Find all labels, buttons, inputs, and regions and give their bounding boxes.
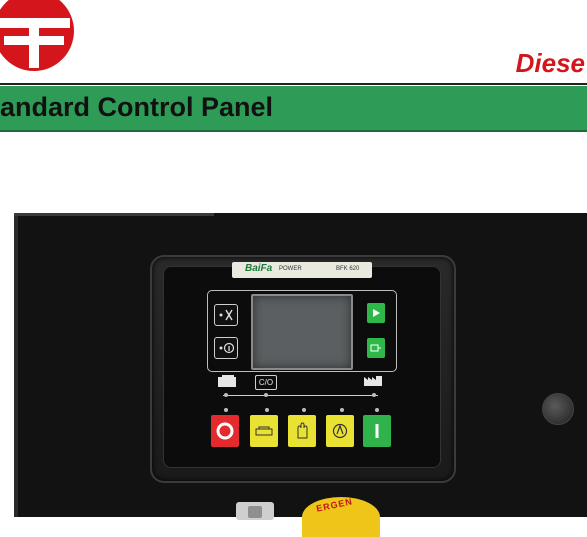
auto-led	[340, 408, 344, 412]
lcd-display	[251, 294, 353, 370]
info-icon	[219, 342, 234, 354]
load-icon	[364, 376, 382, 386]
scroll-up-button[interactable]	[367, 303, 385, 323]
changeover-label: C/O	[255, 375, 277, 390]
start-led	[375, 408, 379, 412]
manual-button[interactable]	[250, 415, 278, 447]
scroll-down-button[interactable]	[367, 338, 385, 358]
controller-brand: BaiFa	[245, 263, 273, 274]
controller-power-label: POWER	[279, 266, 302, 272]
alarm-icon	[219, 309, 233, 321]
mains-led	[224, 393, 228, 397]
key-switch-slot	[248, 506, 262, 518]
hand-button[interactable]	[288, 415, 316, 447]
hand-led	[302, 408, 306, 412]
hand-icon	[297, 422, 308, 439]
info-button[interactable]	[214, 337, 238, 359]
door-lock-knob[interactable]	[542, 393, 574, 425]
controller-model: BFK 620	[336, 266, 360, 272]
schematic-line	[223, 395, 378, 396]
panel-edge	[14, 213, 18, 517]
company-logo	[0, 0, 74, 71]
brand-text: Diese	[515, 48, 585, 78]
auto-button[interactable]	[326, 415, 354, 447]
alarm-button[interactable]	[214, 304, 238, 326]
load-led	[372, 393, 376, 397]
section-title: andard Control Panel	[0, 92, 274, 122]
play-icon	[373, 309, 380, 317]
stop-led	[224, 408, 228, 412]
panel-top-edge	[14, 213, 214, 216]
header-divider	[0, 83, 587, 85]
auto-icon	[332, 423, 348, 439]
breaker-led	[264, 393, 268, 397]
start-button[interactable]	[363, 415, 391, 447]
start-icon	[375, 424, 379, 438]
stop-reset-button[interactable]	[211, 415, 239, 447]
manual-led	[265, 408, 269, 412]
stop-reset-icon	[216, 422, 234, 440]
manual-icon	[255, 426, 273, 436]
page-icon	[370, 344, 381, 352]
mains-icon	[218, 375, 236, 387]
